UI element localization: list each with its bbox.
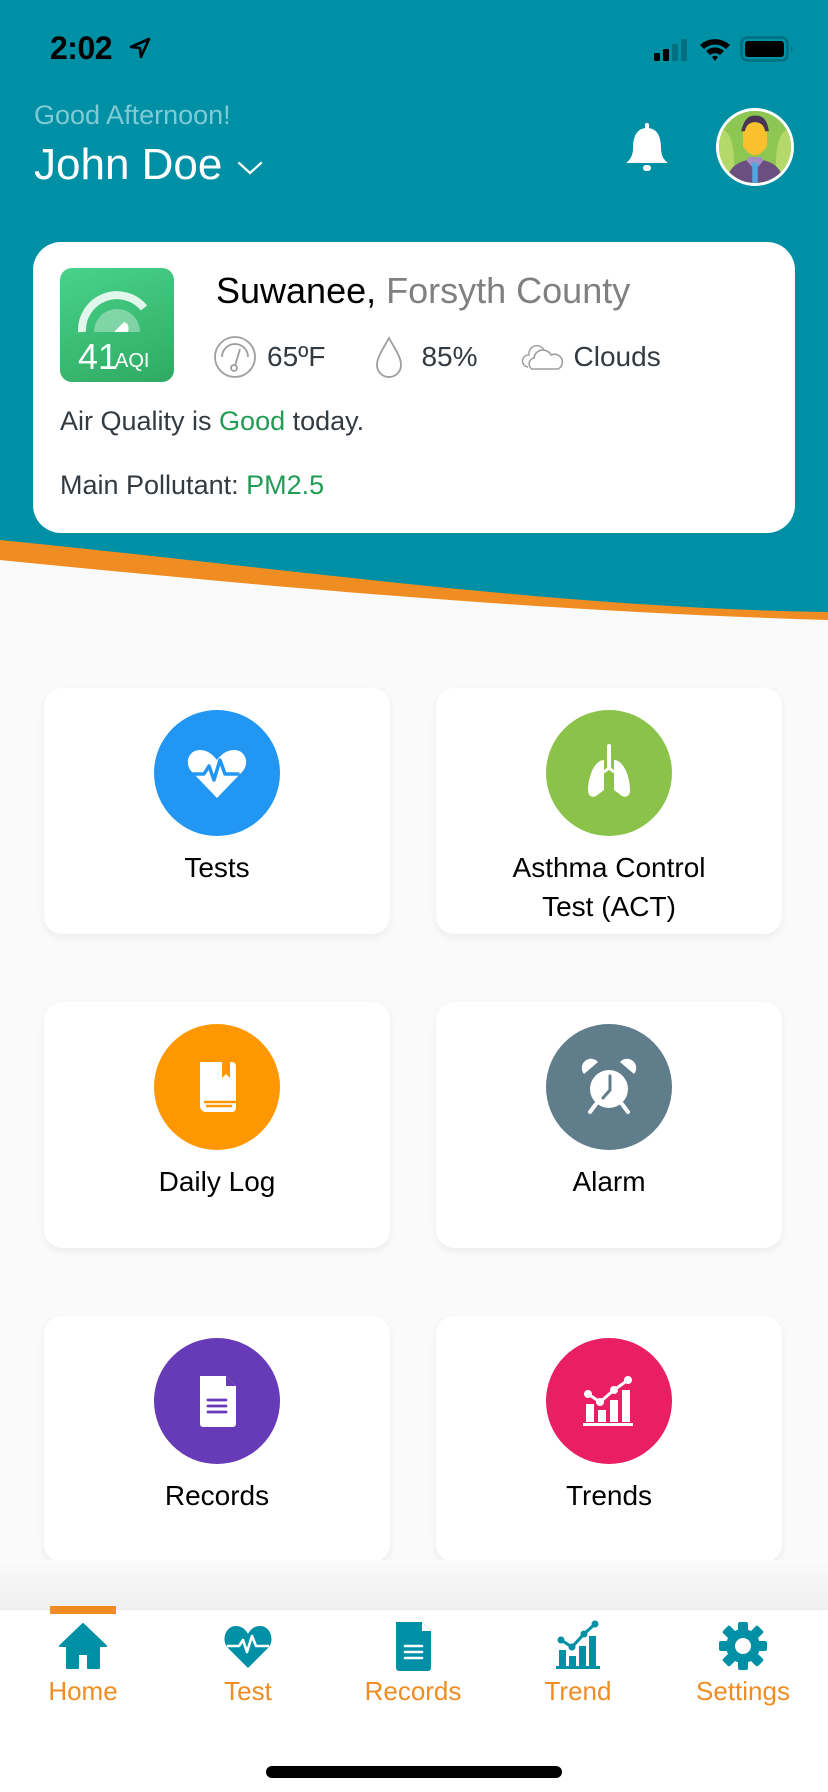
heart-pulse-icon bbox=[187, 750, 247, 798]
lungs-icon bbox=[588, 744, 630, 797]
status-bar: 2:02 bbox=[0, 0, 828, 100]
user-switcher[interactable]: John Doe bbox=[34, 140, 264, 190]
thermometer-gauge-icon bbox=[214, 336, 256, 378]
chevron-down-icon bbox=[238, 161, 263, 175]
air-quality-card[interactable]: 41 AQI Suwanee, Forsyth County 65ºF 85% bbox=[33, 242, 795, 533]
nav-label: Test bbox=[224, 1676, 272, 1706]
tile-label: Asthma Control Test (ACT) bbox=[512, 852, 706, 922]
tile-daily-log[interactable]: Daily Log bbox=[44, 1002, 390, 1248]
county-name: Forsyth County bbox=[386, 270, 631, 311]
tile-label: Daily Log bbox=[158, 1166, 276, 1197]
tile-asthma-control-test[interactable]: Asthma Control Test (ACT) bbox=[436, 688, 782, 934]
book-icon bbox=[200, 1062, 236, 1112]
tile-icon-circle bbox=[546, 1024, 672, 1150]
tile-icon-circle bbox=[154, 1338, 280, 1464]
nav-trend[interactable]: Trend bbox=[503, 1620, 653, 1710]
location: Suwanee, Forsyth County bbox=[216, 270, 630, 312]
air-quality-summary: Air Quality is Good today. bbox=[60, 406, 364, 437]
main-pollutant: Main Pollutant: PM2.5 bbox=[60, 470, 324, 501]
tile-records[interactable]: Records bbox=[44, 1316, 390, 1562]
tile-icon-circle bbox=[546, 1338, 672, 1464]
active-tab-indicator bbox=[50, 1606, 116, 1614]
condition-value: Clouds bbox=[573, 341, 661, 372]
chart-trend-icon bbox=[556, 1620, 600, 1669]
heart-pulse-icon bbox=[224, 1626, 272, 1668]
bell-icon[interactable] bbox=[624, 122, 670, 174]
nav-label: Settings bbox=[696, 1676, 790, 1706]
air-quality-suffix: today. bbox=[285, 406, 365, 436]
tile-label: Records bbox=[164, 1480, 270, 1511]
status-time: 2:02 bbox=[50, 30, 113, 66]
home-icon bbox=[59, 1623, 107, 1669]
tile-label: Tests bbox=[184, 852, 250, 883]
pollutant-label: Main Pollutant: bbox=[60, 470, 247, 500]
tile-tests[interactable]: Tests bbox=[44, 688, 390, 934]
greeting-text: Good Afternoon! bbox=[34, 100, 231, 130]
tile-trends[interactable]: Trends bbox=[436, 1316, 782, 1562]
water-drop-icon bbox=[376, 336, 403, 378]
aqi-value: 41 bbox=[78, 336, 119, 377]
tile-alarm[interactable]: Alarm bbox=[436, 1002, 782, 1248]
humidity-value: 85% bbox=[421, 341, 478, 372]
temperature-value: 65ºF bbox=[267, 341, 326, 372]
nav-label: Trend bbox=[544, 1676, 612, 1706]
city-name: Suwanee, bbox=[216, 270, 377, 311]
air-quality-status: Good bbox=[219, 406, 286, 436]
cloud-icon bbox=[521, 344, 563, 370]
air-quality-prefix: Air Quality is bbox=[60, 406, 220, 436]
tile-label: Alarm bbox=[572, 1166, 646, 1197]
chart-trend-icon bbox=[583, 1376, 633, 1426]
user-name: John Doe bbox=[34, 140, 223, 189]
signal-icon bbox=[654, 39, 687, 61]
tile-label: Trends bbox=[565, 1480, 653, 1511]
aqi-unit: AQI bbox=[115, 350, 150, 372]
weather-row: 65ºF 85% Clouds bbox=[213, 334, 661, 380]
avatar[interactable] bbox=[716, 108, 794, 186]
location-arrow-icon bbox=[129, 37, 151, 59]
nav-label: Home bbox=[48, 1676, 118, 1706]
nav-home[interactable]: Home bbox=[8, 1620, 158, 1710]
nav-test[interactable]: Test bbox=[173, 1620, 323, 1710]
tile-icon-circle bbox=[154, 1024, 280, 1150]
nav-label: Records bbox=[364, 1676, 462, 1706]
aqi-gauge-icon bbox=[77, 291, 148, 333]
gear-icon bbox=[719, 1622, 767, 1670]
battery-icon bbox=[740, 36, 793, 62]
home-indicator[interactable] bbox=[266, 1766, 562, 1778]
pollutant-value: PM2.5 bbox=[246, 470, 325, 500]
condition-item: Clouds bbox=[520, 335, 661, 379]
nav-shadow bbox=[0, 1560, 828, 1610]
alarm-clock-icon bbox=[581, 1058, 637, 1114]
document-icon bbox=[396, 1622, 431, 1671]
temperature-item: 65ºF bbox=[213, 335, 325, 379]
tile-icon-circle bbox=[546, 710, 672, 836]
humidity-item: 85% bbox=[367, 335, 478, 379]
aqi-badge: 41 AQI bbox=[60, 268, 174, 382]
nav-settings[interactable]: Settings bbox=[668, 1620, 818, 1710]
wifi-icon bbox=[700, 39, 730, 61]
person-avatar-icon bbox=[719, 111, 791, 183]
nav-records[interactable]: Records bbox=[338, 1620, 488, 1710]
document-icon bbox=[200, 1376, 236, 1427]
tile-icon-circle bbox=[154, 710, 280, 836]
